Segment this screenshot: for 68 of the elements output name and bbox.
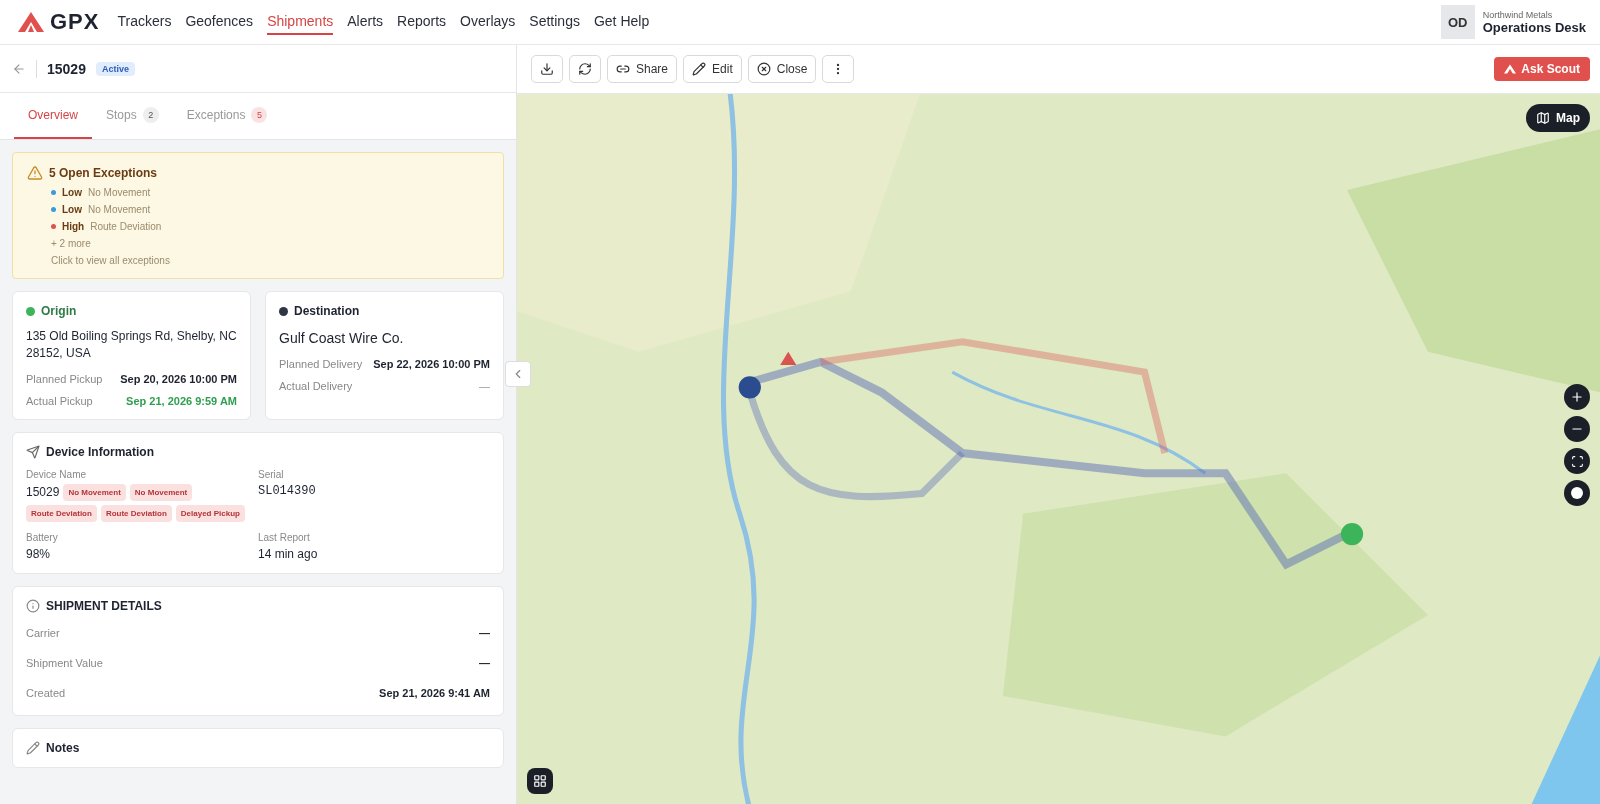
place-text: 135 Old Boiling Springs Rd, Shelby, NC 28152, USA [26, 328, 237, 363]
card-title: Destination [294, 304, 360, 318]
field-label: Shipment Value [26, 656, 103, 669]
field-value: Sep 21, 2026 9:59 AM [126, 394, 237, 407]
field-value: — [479, 626, 490, 639]
tab[interactable]: Overview [14, 93, 92, 139]
card-title: Origin [41, 304, 77, 318]
organization-name: Northwind Metals [1482, 9, 1554, 20]
field-label: Carrier [26, 626, 60, 639]
tab[interactable]: Exceptions 5 [172, 93, 282, 139]
field-value: — [479, 656, 490, 669]
field-label: Device Name [26, 468, 88, 480]
share-button[interactable]: Share [607, 55, 678, 83]
nav-link[interactable]: Settings [529, 9, 580, 35]
logo-text: GPX [50, 9, 100, 35]
nav-link[interactable]: Overlays [460, 9, 516, 35]
card-title: 5 Open Exceptions [49, 166, 158, 180]
ask-scout-button[interactable]: Ask Scout [1494, 57, 1590, 81]
field-label: Planned Pickup [26, 372, 103, 385]
nav-link[interactable]: Reports [397, 9, 447, 35]
exception-text: Route Deviation [90, 221, 162, 232]
exceptions-card[interactable]: 5 Open Exceptions Low No Movement Low No Movement High Route Deviation + 2 more Click to view all exceptions [12, 152, 504, 279]
exception-tag: Route Deviation [100, 504, 172, 522]
card-title: SHIPMENT DETAILS [46, 598, 162, 613]
place-text: Gulf Coast Wire Co. [279, 329, 405, 348]
account-name: Operations Desk [1482, 19, 1586, 35]
count-badge: 2 [142, 107, 159, 123]
field-value: 15029 [26, 485, 60, 500]
nav-link[interactable]: Shipments [267, 9, 334, 35]
field-value: 14 min ago [258, 546, 319, 561]
edit-button[interactable]: Edit [683, 55, 742, 83]
nav-link[interactable]: Alerts [347, 9, 384, 35]
field-value: Sep 20, 2026 10:00 PM [120, 372, 237, 385]
field-value: — [479, 380, 490, 393]
field-value: Sep 22, 2026 10:00 PM [373, 358, 490, 371]
field-value: Sep 21, 2026 9:41 AM [379, 686, 490, 699]
field-label: Last Report [258, 531, 311, 543]
map-layer-button[interactable]: Map [1526, 104, 1590, 132]
nav-link[interactable]: Trackers [117, 9, 172, 35]
tab[interactable]: Stops 2 [92, 93, 173, 139]
field-value: 98% [26, 546, 52, 561]
status-badge: Active [95, 61, 135, 76]
field-label: Actual Delivery [279, 380, 353, 393]
nav-link[interactable]: Get Help [593, 9, 650, 35]
exception-text: No Movement [88, 204, 151, 215]
severity-label: Low [62, 204, 82, 215]
exception-text: No Movement [88, 187, 151, 198]
severity-label: Low [62, 187, 82, 198]
close-button[interactable]: Close [747, 55, 817, 83]
exception-tag: No Movement [63, 483, 126, 501]
account-avatar[interactable]: OD [1440, 5, 1475, 39]
count-badge: 5 [251, 107, 268, 123]
severity-label: High [62, 221, 85, 232]
exception-tag: Delayed Pickup [175, 504, 245, 522]
field-label: Battery [26, 531, 59, 543]
exception-tag: No Movement [129, 483, 193, 501]
nav-link[interactable]: Geofences [185, 9, 254, 35]
field-value: SL014390 [258, 483, 317, 498]
field-label: Actual Pickup [26, 394, 93, 407]
hint-text: Click to view all exceptions [50, 255, 171, 266]
more-text: + 2 more [50, 238, 92, 249]
card-title: Notes [46, 740, 80, 755]
field-label: Created [26, 686, 66, 699]
exception-tag: Route Deviation [26, 504, 97, 522]
card-title: Device Information [46, 444, 155, 459]
field-label: Serial [258, 468, 285, 480]
shipment-id: 15029 [47, 60, 86, 77]
field-label: Planned Delivery [279, 358, 363, 371]
